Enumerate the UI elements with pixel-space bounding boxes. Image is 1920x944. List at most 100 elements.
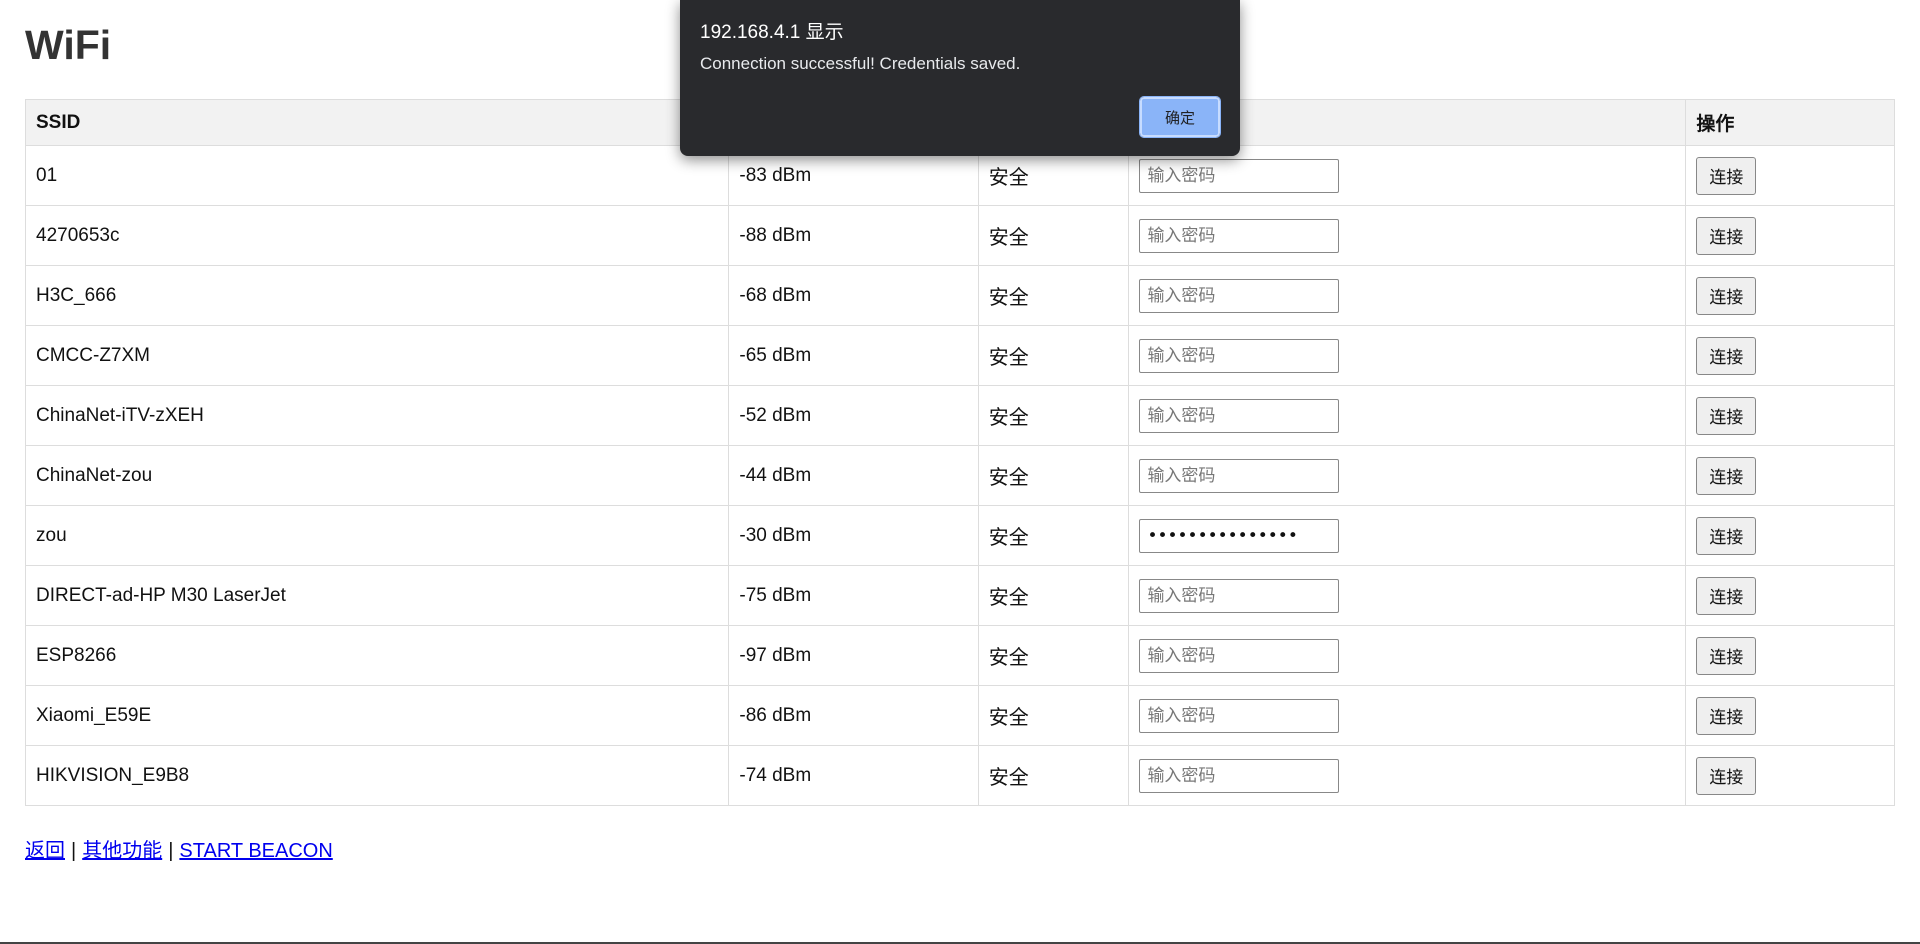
security-cell: 安全 [977,745,1130,806]
dialog-message: Connection successful! Credentials saved… [700,54,1021,73]
signal-cell: -44 dBm [728,445,979,506]
operation-cell: 连接 [1685,685,1895,746]
password-cell [1128,685,1687,746]
signal-cell: -68 dBm [728,265,979,326]
table-row: 4270653c-88 dBm安全 连接 [24,205,1895,266]
page: WiFi SSID 操作 01-83 dBm安全连接4270653c-88 dB… [0,0,1920,944]
password-cell [1128,265,1687,326]
security-cell: 安全 [977,385,1130,446]
table-row: ChinaNet-zou-44 dBm安全 连接 [24,445,1895,506]
ssid-cell: ESP8266 [24,625,730,686]
security-cell: 安全 [977,265,1130,326]
password-cell [1128,745,1687,806]
dialog-title: 192.168.4.1 显示 [700,22,844,43]
footer-separator: | [71,840,77,862]
connect-button[interactable]: 连接 [1696,636,1757,675]
connect-button[interactable]: 连接 [1696,396,1757,435]
table-row: CMCC-Z7XM-65 dBm安全 连接 [24,325,1895,386]
ssid-cell: DIRECT-ad-HP M30 LaserJet [24,565,730,626]
alert-dialog: 192.168.4.1 显示 Connection successful! Cr… [680,0,1240,156]
page-title: WiFi [25,22,112,68]
wifi-table: SSID 操作 01-83 dBm安全连接4270653c-88 dBm安全连接… [24,99,1895,806]
password-input[interactable] [1139,278,1340,313]
ssid-cell: Xiaomi_E59E [24,685,730,746]
table-row: ChinaNet-iTV-zXEH-52 dBm安全 连接 [24,385,1895,446]
security-cell: 安全 [977,505,1130,566]
ssid-cell: HIKVISION_E9B8 [24,745,730,806]
signal-cell: -65 dBm [728,325,979,386]
operation-cell: 连接 [1685,265,1895,326]
operation-cell: 连接 [1685,385,1895,446]
password-cell [1128,205,1687,266]
table-row: Xiaomi_E59E-86 dBm安全 连接 [24,685,1895,746]
header-ssid: SSID [24,99,730,146]
password-input[interactable] [1139,638,1340,673]
connect-button[interactable]: 连接 [1696,156,1757,195]
connect-button[interactable]: 连接 [1696,336,1757,375]
dialog-ok-button[interactable]: 确定 [1139,96,1221,138]
signal-cell: -52 dBm [728,385,979,446]
ssid-cell: ChinaNet-iTV-zXEH [24,385,730,446]
back-link[interactable]: 返回 [25,840,65,862]
operation-cell: 连接 [1685,625,1895,686]
other-functions-link[interactable]: 其他功能 [82,840,162,862]
security-cell: 安全 [977,625,1130,686]
password-cell [1128,565,1687,626]
connect-button[interactable]: 连接 [1696,576,1757,615]
signal-cell: -97 dBm [728,625,979,686]
security-cell: 安全 [977,685,1130,746]
security-cell: 安全 [977,445,1130,506]
footer-links: 返回 | 其他功能 | START BEACON [25,834,333,863]
password-cell [1128,325,1687,386]
password-cell [1128,625,1687,686]
connect-button[interactable]: 连接 [1696,456,1757,495]
connect-button[interactable]: 连接 [1696,756,1757,795]
operation-cell: 连接 [1685,205,1895,266]
ssid-cell: zou [24,505,730,566]
table-row: zou-30 dBm安全 连接 [24,505,1895,566]
password-input[interactable] [1139,398,1340,433]
ssid-cell: ChinaNet-zou [24,445,730,506]
operation-cell: 连接 [1685,745,1895,806]
footer-separator: | [168,840,174,862]
ssid-cell: 4270653c [24,205,730,266]
connect-button[interactable]: 连接 [1696,696,1757,735]
signal-cell: -88 dBm [728,205,979,266]
signal-cell: -30 dBm [728,505,979,566]
password-input[interactable] [1139,158,1340,193]
ssid-cell: H3C_666 [24,265,730,326]
connect-button[interactable]: 连接 [1696,276,1757,315]
signal-cell: -86 dBm [728,685,979,746]
signal-cell: -75 dBm [728,565,979,626]
password-cell [1128,385,1687,446]
password-input[interactable] [1139,338,1340,373]
operation-cell: 连接 [1685,145,1895,206]
security-cell: 安全 [977,205,1130,266]
ssid-cell: CMCC-Z7XM [24,325,730,386]
security-cell: 安全 [977,565,1130,626]
operation-cell: 连接 [1685,445,1895,506]
table-body: 01-83 dBm安全连接4270653c-88 dBm安全连接H3C_666-… [24,145,1895,806]
password-input[interactable] [1139,218,1340,253]
table-row: H3C_666-68 dBm安全 连接 [24,265,1895,326]
connect-button[interactable]: 连接 [1696,516,1757,555]
start-beacon-link[interactable]: START BEACON [179,840,332,862]
password-input[interactable] [1139,758,1340,793]
connect-button[interactable]: 连接 [1696,216,1757,255]
ssid-cell: 01 [24,145,730,206]
operation-cell: 连接 [1685,325,1895,386]
table-row: DIRECT-ad-HP M30 LaserJet-75 dBm安全 连接 [24,565,1895,626]
table-row: HIKVISION_E9B8-74 dBm安全 连接 [24,745,1895,806]
operation-cell: 连接 [1685,565,1895,626]
operation-cell: 连接 [1685,505,1895,566]
password-cell [1128,445,1687,506]
header-operation: 操作 [1685,99,1895,146]
password-input[interactable] [1139,578,1340,613]
password-input[interactable] [1139,458,1340,493]
password-cell [1128,505,1687,566]
table-row: ESP8266-97 dBm安全 连接 [24,625,1895,686]
password-input[interactable] [1139,518,1340,553]
signal-cell: -74 dBm [728,745,979,806]
security-cell: 安全 [977,325,1130,386]
password-input[interactable] [1139,698,1340,733]
